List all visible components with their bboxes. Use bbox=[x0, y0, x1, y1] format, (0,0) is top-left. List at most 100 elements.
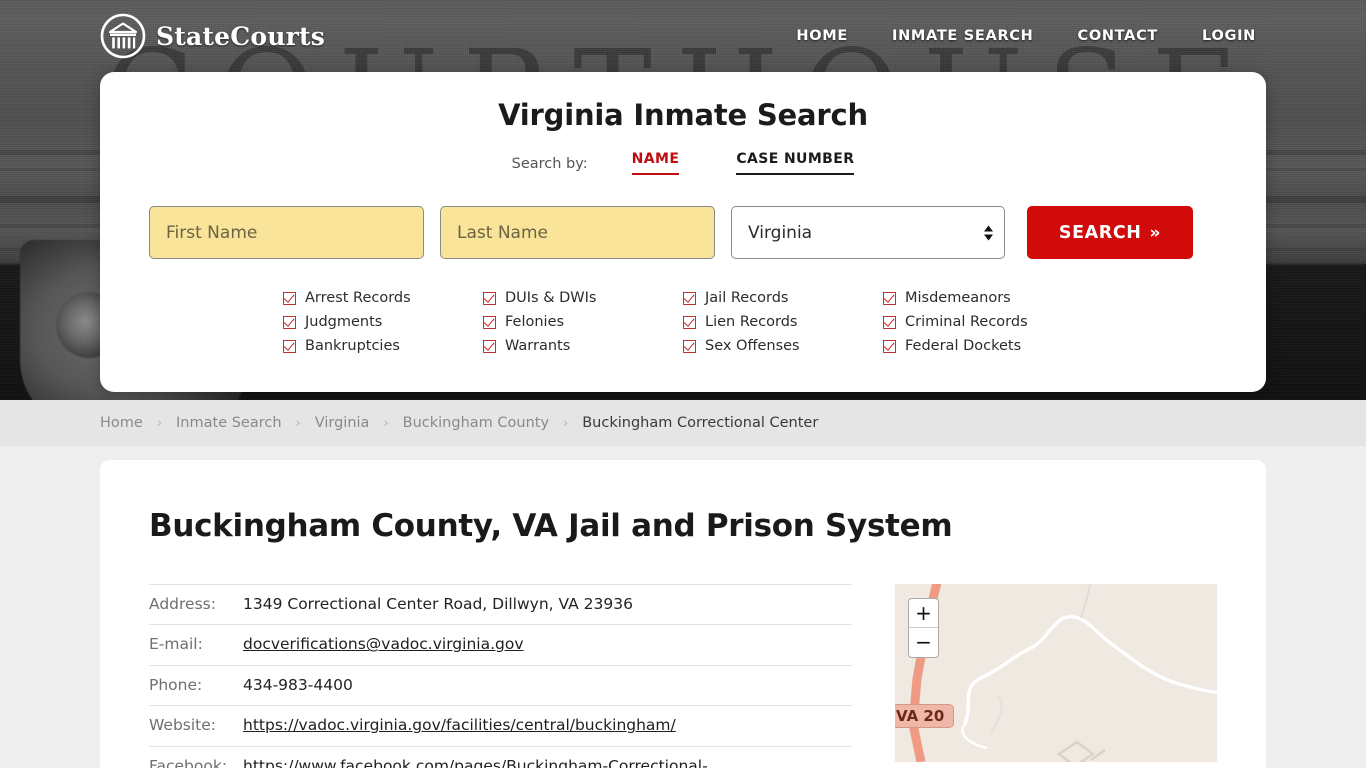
tab-case-number[interactable]: CASE NUMBER bbox=[736, 151, 855, 175]
detail-value-website: https://vadoc.virginia.gov/facilities/ce… bbox=[243, 705, 852, 747]
table-row: Facebook: https://www.facebook.com/pages… bbox=[149, 746, 852, 768]
record-type-item[interactable]: Criminal Records bbox=[883, 310, 1083, 334]
brand-logo[interactable]: StateCourts bbox=[100, 13, 325, 59]
search-button-label: SEARCH bbox=[1058, 222, 1142, 243]
record-type-item[interactable]: Arrest Records bbox=[283, 286, 483, 310]
record-type-label: Misdemeanors bbox=[905, 290, 1011, 306]
record-type-column-3: Jail Records Lien Records Sex Offenses bbox=[683, 286, 883, 358]
inmate-search-card: Virginia Inmate Search Search by: NAME C… bbox=[100, 72, 1266, 392]
record-type-item[interactable]: Felonies bbox=[483, 310, 683, 334]
record-type-label: Judgments bbox=[305, 314, 383, 330]
record-type-item[interactable]: DUIs & DWIs bbox=[483, 286, 683, 310]
detail-key: Website: bbox=[149, 705, 243, 747]
breadcrumb-separator-icon: › bbox=[156, 415, 163, 431]
map-zoom-control[interactable]: + − bbox=[908, 598, 939, 658]
record-type-label: Lien Records bbox=[705, 314, 798, 330]
checked-checkbox-icon bbox=[283, 291, 296, 305]
table-row: Address: 1349 Correctional Center Road, … bbox=[149, 583, 852, 626]
table-row: E-mail: docverifications@vadoc.virginia.… bbox=[149, 624, 852, 666]
record-type-label: Felonies bbox=[505, 314, 565, 330]
record-type-label: DUIs & DWIs bbox=[505, 290, 597, 306]
detail-key: Phone: bbox=[149, 665, 243, 707]
breadcrumb: Home › Inmate Search › Virginia › Buckin… bbox=[100, 415, 818, 431]
last-name-input[interactable] bbox=[440, 206, 715, 259]
table-row: Phone: 434-983-4400 bbox=[149, 665, 852, 707]
email-link[interactable]: docverifications@vadoc.virginia.gov bbox=[243, 635, 524, 653]
state-select-wrapper: Virginia bbox=[731, 206, 1005, 259]
checked-checkbox-icon bbox=[483, 339, 496, 353]
checked-checkbox-icon bbox=[883, 291, 896, 305]
checked-checkbox-icon bbox=[283, 315, 296, 329]
checked-checkbox-icon bbox=[283, 339, 296, 353]
courthouse-circle-icon bbox=[100, 13, 146, 59]
search-by-label: Search by: bbox=[511, 156, 588, 172]
hero-banner: COURTHOUSE StateCourts HOME INMATE bbox=[0, 0, 1366, 400]
record-type-label: Warrants bbox=[505, 338, 571, 354]
record-type-item[interactable]: Lien Records bbox=[683, 310, 883, 334]
breadcrumb-separator-icon: › bbox=[295, 415, 301, 431]
breadcrumb-item-home[interactable]: Home bbox=[100, 415, 143, 431]
table-row: Website: https://vadoc.virginia.gov/faci… bbox=[149, 705, 852, 747]
nav-item-home[interactable]: HOME bbox=[796, 28, 848, 44]
breadcrumb-bar: Home › Inmate Search › Virginia › Buckin… bbox=[0, 400, 1366, 446]
record-type-item[interactable]: Sex Offenses bbox=[683, 334, 883, 358]
record-type-item[interactable]: Warrants bbox=[483, 334, 683, 358]
checked-checkbox-icon bbox=[883, 339, 896, 353]
record-type-column-1: Arrest Records Judgments Bankruptcies bbox=[283, 286, 483, 358]
record-type-item[interactable]: Bankruptcies bbox=[283, 334, 483, 358]
highway-shield-label: VA 20 bbox=[895, 704, 955, 728]
state-select[interactable]: Virginia bbox=[731, 206, 1005, 259]
first-name-input[interactable] bbox=[149, 206, 424, 259]
record-type-item[interactable]: Misdemeanors bbox=[883, 286, 1083, 310]
chevron-right-double-icon: » bbox=[1149, 222, 1162, 243]
breadcrumb-item-buckingham-county[interactable]: Buckingham County bbox=[403, 415, 549, 431]
breadcrumb-separator-icon: › bbox=[563, 415, 569, 431]
nav-item-contact[interactable]: CONTACT bbox=[1077, 28, 1158, 44]
record-type-label: Bankruptcies bbox=[305, 338, 400, 354]
detail-area: Address: 1349 Correctional Center Road, … bbox=[100, 583, 1266, 768]
record-type-item[interactable]: Federal Dockets bbox=[883, 334, 1083, 358]
checked-checkbox-icon bbox=[883, 315, 896, 329]
detail-value-email: docverifications@vadoc.virginia.gov bbox=[243, 624, 852, 666]
website-link[interactable]: https://vadoc.virginia.gov/facilities/ce… bbox=[243, 716, 676, 734]
breadcrumb-separator-icon: › bbox=[383, 415, 389, 431]
breadcrumb-item-inmate-search[interactable]: Inmate Search bbox=[176, 415, 282, 431]
checked-checkbox-icon bbox=[683, 339, 696, 353]
record-type-item[interactable]: Jail Records bbox=[683, 286, 883, 310]
search-by-row: Search by: NAME CASE NUMBER bbox=[100, 151, 1266, 175]
record-type-item[interactable]: Judgments bbox=[283, 310, 483, 334]
tab-name[interactable]: NAME bbox=[631, 151, 680, 175]
checked-checkbox-icon bbox=[683, 315, 696, 329]
checked-checkbox-icon bbox=[483, 291, 496, 305]
detail-key: Address: bbox=[149, 583, 243, 626]
record-type-label: Federal Dockets bbox=[905, 338, 1022, 354]
facility-detail-card: Buckingham County, VA Jail and Prison Sy… bbox=[100, 460, 1266, 768]
location-map[interactable]: + − VA 20 bbox=[895, 584, 1217, 762]
record-type-column-2: DUIs & DWIs Felonies Warrants bbox=[483, 286, 683, 358]
search-button[interactable]: SEARCH » bbox=[1027, 206, 1193, 259]
map-zoom-out-button[interactable]: − bbox=[909, 628, 938, 657]
record-types-list: Arrest Records Judgments Bankruptcies DU… bbox=[100, 286, 1266, 358]
detail-key: Facebook: bbox=[149, 746, 243, 768]
facility-detail-table: Address: 1349 Correctional Center Road, … bbox=[149, 583, 852, 768]
checked-checkbox-icon bbox=[683, 291, 696, 305]
top-navigation-bar: StateCourts HOME INMATE SEARCH CONTACT L… bbox=[0, 0, 1366, 72]
record-type-label: Arrest Records bbox=[305, 290, 411, 306]
checked-checkbox-icon bbox=[483, 315, 496, 329]
breadcrumb-item-virginia[interactable]: Virginia bbox=[315, 415, 370, 431]
facebook-link[interactable]: https://www.facebook.com/pages/Buckingha… bbox=[243, 757, 708, 768]
record-type-label: Criminal Records bbox=[905, 314, 1028, 330]
detail-key: E-mail: bbox=[149, 624, 243, 666]
brand-name-text: StateCourts bbox=[156, 21, 325, 51]
record-type-label: Jail Records bbox=[705, 290, 789, 306]
nav-item-login[interactable]: LOGIN bbox=[1202, 28, 1256, 44]
search-form: Virginia SEARCH » bbox=[100, 206, 1266, 259]
detail-value-facebook: https://www.facebook.com/pages/Buckingha… bbox=[243, 746, 852, 768]
page-title: Buckingham County, VA Jail and Prison Sy… bbox=[149, 508, 953, 544]
nav-item-inmate-search[interactable]: INMATE SEARCH bbox=[892, 28, 1034, 44]
search-card-title: Virginia Inmate Search bbox=[498, 98, 868, 132]
map-zoom-in-button[interactable]: + bbox=[909, 599, 938, 628]
breadcrumb-item-current: Buckingham Correctional Center bbox=[582, 415, 819, 431]
main-nav: HOME INMATE SEARCH CONTACT LOGIN bbox=[796, 28, 1256, 44]
record-type-column-4: Misdemeanors Criminal Records Federal Do… bbox=[883, 286, 1083, 358]
